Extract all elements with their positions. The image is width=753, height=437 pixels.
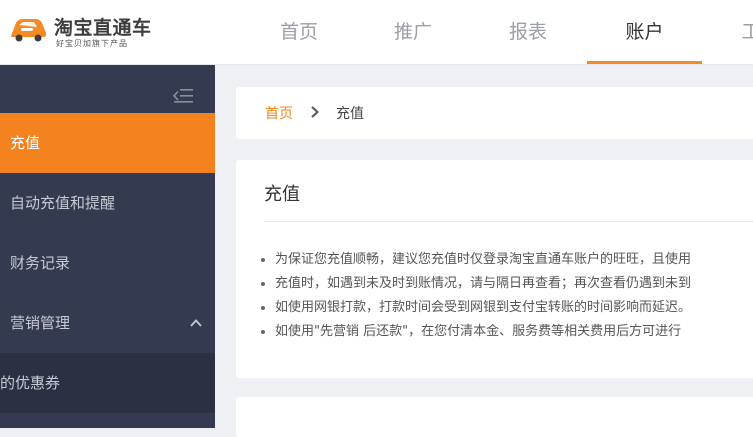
sidebar-item-marketing[interactable]: 营销管理: [0, 293, 215, 353]
sidebar-item-label: 的优惠券: [0, 374, 61, 392]
nav-tab-label: 报表: [508, 21, 547, 43]
breadcrumb-current: 充值: [336, 106, 364, 122]
nav-tab-tools[interactable]: 工: [736, 0, 753, 64]
nav-tab-label: 工: [741, 21, 753, 43]
brand-title: 淘宝直通车: [54, 17, 152, 39]
nav-tab-promotion[interactable]: 推广: [378, 0, 448, 64]
notice-list: 为保证您充值顺畅，建议您充值时仅登录淘宝直通车账户的旺旺，且使用 充值时，如遇到…: [258, 248, 691, 344]
chevron-right-icon: [311, 106, 319, 118]
notice-text: 为保证您充值顺畅，建议您充值时仅登录淘宝直通车账户的旺旺，且使用: [275, 252, 692, 267]
notice-text: 如使用"先营销 后还款"，在您付清本金、服务费等相关费用后方可进行: [275, 324, 682, 339]
notice-text: 充值时，如遇到未及时到账情况，请与隔日再查看；再次查看仍遇到未到: [275, 276, 692, 291]
bullet-icon: [261, 258, 265, 262]
chevron-up-icon: [190, 319, 202, 327]
notice-text: 如使用网银打款，打款时间会受到网银到支付宝转账的时间影响而延迟。: [275, 300, 692, 315]
sidebar-item-label: 财务记录: [10, 254, 71, 272]
secondary-panel: [236, 397, 753, 437]
list-item: 如使用网银打款，打款时间会受到网银到支付宝转账的时间影响而延迟。: [258, 296, 691, 320]
breadcrumb-home-link[interactable]: 首页: [265, 103, 293, 123]
bullet-icon: [261, 306, 265, 310]
brand-logo[interactable]: 淘宝直通车 好宝贝加旗下产品: [8, 10, 178, 54]
active-tab-indicator: [587, 61, 702, 64]
sidebar-item-recharge[interactable]: 充值: [0, 113, 215, 173]
divider: [264, 221, 753, 222]
sidebar-item-finance-records[interactable]: 财务记录: [0, 233, 215, 293]
nav-tab-home[interactable]: 首页: [264, 0, 334, 64]
car-icon: [10, 19, 47, 42]
sidebar-item-auto-recharge[interactable]: 自动充值和提醒: [0, 173, 215, 233]
recharge-panel: 充值 为保证您充值顺畅，建议您充值时仅登录淘宝直通车账户的旺旺，且使用 充值时，…: [236, 160, 753, 378]
bullet-icon: [261, 330, 265, 334]
sidebar: 充值 自动充值和提醒 财务记录 营销管理 的优惠券: [0, 65, 215, 428]
nav-tab-account[interactable]: 账户: [587, 0, 702, 64]
nav-tab-reports[interactable]: 报表: [493, 0, 563, 64]
breadcrumb: 首页 充值: [236, 87, 753, 139]
nav-tab-label: 账户: [625, 21, 664, 43]
top-header: 淘宝直通车 好宝贝加旗下产品 首页 推广 报表 账户 工: [0, 0, 753, 65]
page-title: 充值: [264, 184, 300, 205]
bullet-icon: [261, 282, 265, 286]
list-item: 如使用"先营销 后还款"，在您付清本金、服务费等相关费用后方可进行: [258, 320, 691, 344]
sidebar-item-label: 自动充值和提醒: [10, 194, 116, 212]
collapse-menu-icon[interactable]: [172, 87, 194, 105]
nav-tab-label: 首页: [279, 21, 318, 43]
list-item: 充值时，如遇到未及时到账情况，请与隔日再查看；再次查看仍遇到未到: [258, 272, 691, 296]
list-item: 为保证您充值顺畅，建议您充值时仅登录淘宝直通车账户的旺旺，且使用: [258, 248, 691, 272]
sidebar-item-label: 营销管理: [10, 314, 71, 332]
sidebar-item-label: 充值: [10, 134, 41, 152]
brand-subtitle: 好宝贝加旗下产品: [56, 39, 128, 48]
nav-tab-label: 推广: [393, 21, 432, 43]
sidebar-item-coupons[interactable]: 的优惠券: [0, 353, 215, 413]
